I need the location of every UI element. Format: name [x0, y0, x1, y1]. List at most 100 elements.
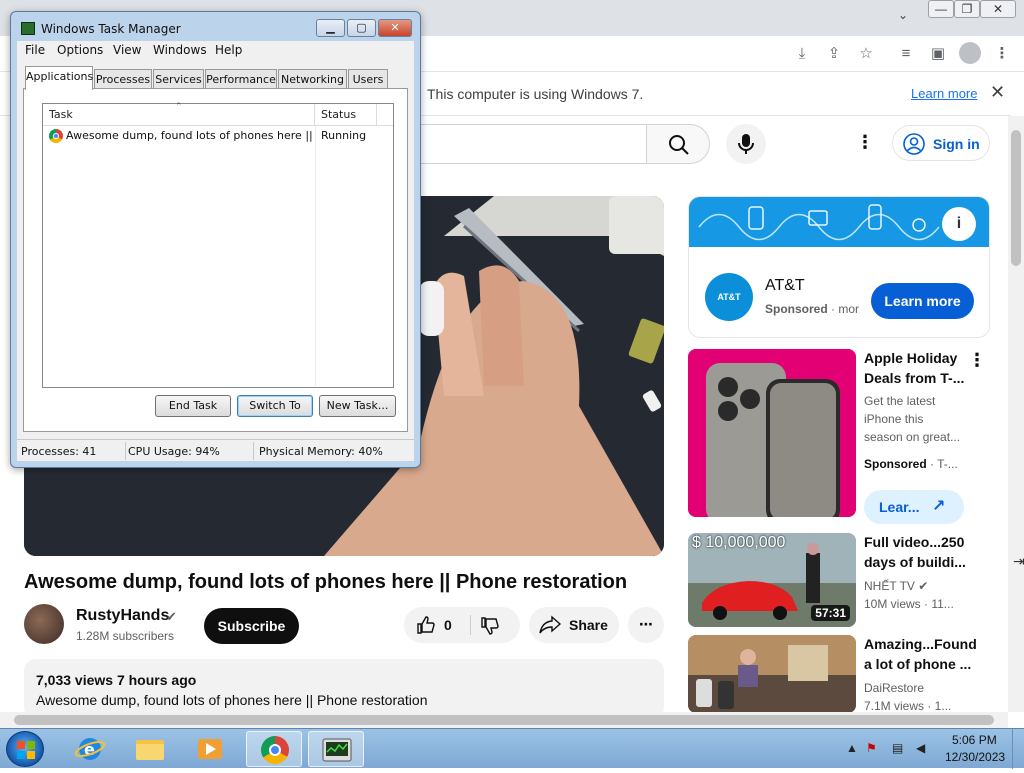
share-icon[interactable]: ⇪ [824, 44, 844, 64]
tab-performance[interactable]: Performance [205, 69, 277, 89]
recommendation-thumbnail[interactable]: $ 10,000,000 57:31 [688, 533, 856, 627]
show-desktop-button[interactable] [1012, 729, 1024, 769]
taskbar-task-manager[interactable] [308, 731, 364, 767]
vertical-scrollbar-thumb[interactable] [1011, 130, 1021, 266]
clock-date[interactable]: 12/30/2023 [945, 750, 1005, 764]
end-task-button[interactable]: End Task [155, 395, 231, 417]
views-and-date: 7,033 views 7 hours ago [36, 672, 197, 688]
tm-menu-windows[interactable]: Windows [153, 43, 207, 57]
like-divider [470, 615, 471, 635]
task-row-name[interactable]: Awesome dump, found lots of phones here … [66, 129, 312, 142]
horizontal-scrollbar-thumb[interactable] [14, 715, 994, 725]
apple-learn-more-label: Lear... [879, 499, 920, 515]
tm-menu-help[interactable]: Help [215, 43, 242, 57]
column-task[interactable]: Task ⌃ [43, 102, 315, 126]
action-center-icon[interactable]: ⚑ [866, 741, 877, 755]
subscriber-count: 1.28M subscribers [76, 629, 175, 643]
sign-in-button[interactable]: Sign in [892, 125, 990, 161]
search-button[interactable] [646, 124, 710, 164]
tm-menu-options[interactable]: Options [57, 43, 103, 57]
like-count: 0 [444, 617, 452, 633]
ad-card[interactable]: i AT&T AT&T Sponsored · mor Learn more [688, 196, 990, 338]
infobar-message: This computer is using Windows 7. [427, 86, 644, 102]
ad-learn-more-button[interactable]: Learn more [871, 283, 974, 319]
video-title: Awesome dump, found lots of phones here … [24, 571, 628, 593]
channel-name[interactable]: RustyHands [76, 607, 169, 625]
task-manager-title: Windows Task Manager [41, 22, 181, 36]
taskbar-file-explorer[interactable] [122, 731, 178, 767]
dislike-thumb-icon[interactable] [480, 616, 500, 636]
mouse-cursor-icon: ⇥ [1013, 553, 1024, 569]
tab-search-chevron-icon[interactable]: ⌄ [898, 8, 908, 22]
recommendation-channel[interactable]: NHẾT TV ✔ [864, 577, 928, 595]
taskbar-internet-explorer[interactable]: e [62, 731, 118, 767]
show-hidden-icons[interactable]: ▲ [846, 741, 858, 755]
window-close-button[interactable]: ✕ [980, 0, 1016, 18]
tab-applications[interactable]: Applications [25, 66, 93, 90]
recommendation-thumbnail[interactable] [688, 349, 856, 517]
taskbar-chrome[interactable] [246, 731, 302, 767]
recommendation-stats: 10M views · 11... [864, 597, 954, 611]
infobar-close-icon[interactable]: ✕ [990, 82, 1005, 103]
recommendation-title[interactable]: Amazing...Found a lot of phone ... [864, 634, 977, 674]
task-row-status: Running [321, 129, 367, 142]
tm-menu-file[interactable]: File [25, 43, 45, 57]
att-logo: AT&T [705, 273, 753, 321]
subscribe-button[interactable]: Subscribe [204, 608, 299, 644]
network-icon[interactable]: ▤ [892, 741, 903, 755]
tm-close-button[interactable]: ✕ [378, 19, 412, 37]
clock-time[interactable]: 5:06 PM [952, 733, 997, 747]
recommendation-title[interactable]: Apple Holiday Deals from T-... [864, 348, 964, 388]
physical-memory: Physical Memory: 40% [259, 445, 383, 458]
like-thumb-icon[interactable] [416, 615, 436, 635]
settings-more-icon[interactable]: ⋮ [856, 132, 874, 153]
description-box[interactable] [24, 659, 664, 719]
channel-avatar[interactable] [24, 604, 64, 644]
file-explorer-icon [136, 740, 164, 760]
task-manager-window[interactable]: Windows Task Manager ▁ ▢ ✕ File Options … [10, 11, 421, 468]
share-button[interactable]: Share [529, 607, 619, 643]
apple-learn-more-button[interactable]: Lear... ↗ [864, 490, 964, 524]
bookmark-star-icon[interactable]: ☆ [856, 44, 876, 64]
recommendation-title[interactable]: Full video...250 days of buildi... [864, 532, 966, 572]
window-minimize-button[interactable]: — [928, 0, 954, 18]
tm-task-list[interactable]: Task ⌃ Status Awesome dump, found lots o… [42, 102, 394, 388]
tm-minimize-button[interactable]: ▁ [316, 19, 345, 37]
more-actions-icon[interactable]: ⋯ [628, 607, 664, 643]
external-link-icon: ↗ [932, 498, 946, 515]
voice-search-button[interactable] [726, 124, 766, 164]
infobar-learn-more-link[interactable]: Learn more [911, 86, 977, 101]
process-count: Processes: 41 [21, 445, 97, 458]
search-input[interactable] [400, 124, 646, 164]
volume-icon[interactable]: ◀ [916, 741, 925, 755]
tm-menu-view[interactable]: View [113, 43, 141, 57]
status-divider [125, 442, 126, 460]
recommendation-menu-icon[interactable]: ⋮ [968, 350, 986, 371]
tab-services[interactable]: Services [153, 69, 204, 89]
microphone-icon [738, 134, 754, 154]
chrome-icon [49, 129, 63, 143]
ad-info-icon[interactable]: i [942, 207, 976, 241]
tab-users[interactable]: Users [348, 69, 388, 89]
switch-to-button[interactable]: Switch To [237, 395, 313, 417]
tm-maximize-button[interactable]: ▢ [347, 19, 376, 37]
tab-processes[interactable]: Processes [94, 69, 152, 89]
start-button[interactable] [6, 731, 44, 767]
side-panel-icon[interactable]: ▣ [928, 44, 948, 64]
recommendation-thumbnail[interactable] [688, 635, 856, 713]
windows-logo-icon [17, 741, 35, 759]
recommendation-channel[interactable]: DaiRestore [864, 679, 924, 697]
account-icon [903, 133, 925, 155]
verified-badge-icon: ✔ [918, 579, 929, 593]
window-restore-button[interactable]: ❐ [954, 0, 980, 18]
recommendation-sponsored-label: Sponsored · T-... [864, 457, 958, 471]
column-status[interactable]: Status [315, 104, 377, 126]
profile-icon[interactable] [959, 42, 981, 64]
menu-dots-icon[interactable]: ⋮ [992, 44, 1012, 64]
tab-networking[interactable]: Networking [278, 69, 347, 89]
taskbar-media-player[interactable] [182, 731, 238, 767]
task-manager-app-icon [21, 22, 35, 35]
media-icon[interactable]: ≡ [896, 44, 916, 64]
new-task-button[interactable]: New Task... [319, 395, 396, 417]
install-icon[interactable]: ⤓ [792, 44, 812, 64]
